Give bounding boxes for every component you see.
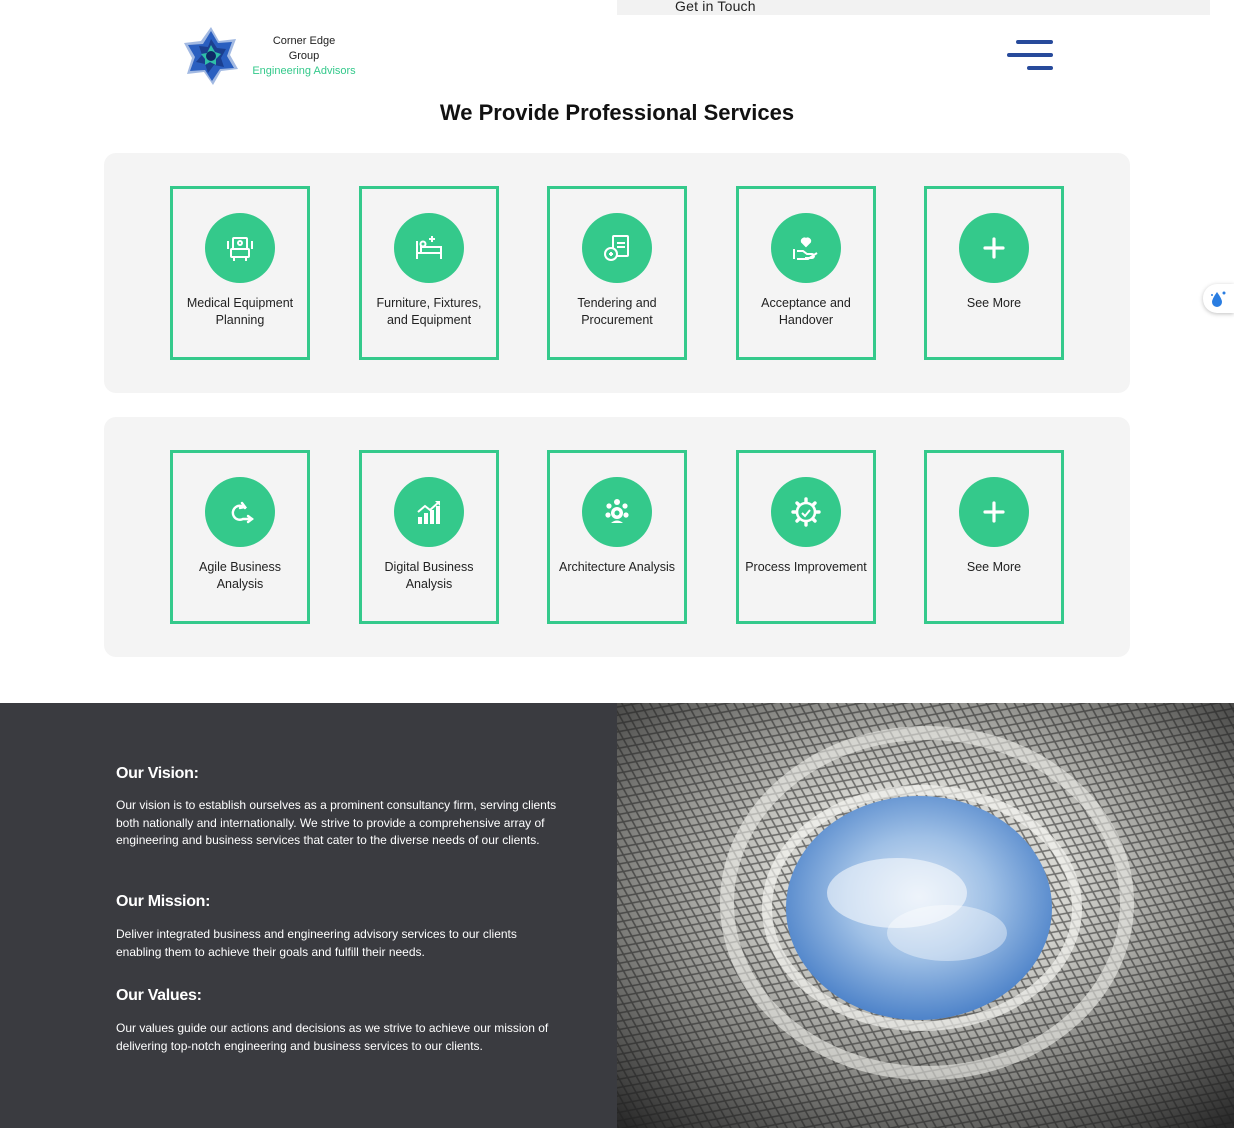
logo-star-icon	[184, 27, 238, 85]
logo-line2: Group	[288, 50, 320, 62]
service-card-process-improvement[interactable]: Process Improvement	[736, 450, 876, 624]
service-card-architecture-analysis[interactable]: Architecture Analysis	[547, 450, 687, 624]
vision-heading: Our Vision:	[116, 765, 199, 782]
mission-text: Deliver integrated business and engineer…	[116, 927, 517, 959]
service-card-acceptance-handover[interactable]: Acceptance and Handover	[736, 186, 876, 360]
service-label: Digital Business Analysis	[384, 560, 474, 591]
menu-line	[1007, 53, 1053, 57]
document-icon	[582, 213, 652, 283]
service-card-tendering-procurement[interactable]: Tendering and Procurement	[547, 186, 687, 360]
hospital-bed-icon	[394, 213, 464, 283]
process-gear-icon	[771, 477, 841, 547]
values-heading: Our Values:	[116, 987, 202, 1004]
growth-chart-icon	[394, 477, 464, 547]
agile-cycle-icon	[205, 477, 275, 547]
mission-heading: Our Mission:	[116, 893, 211, 910]
service-label: Furniture, Fixtures, and Equipment	[376, 296, 482, 327]
logo-line1: Corner Edge	[272, 35, 336, 47]
accessibility-widget-button[interactable]	[1203, 284, 1234, 313]
plus-icon	[959, 213, 1029, 283]
about-section: Our Vision: Our vision is to establish o…	[0, 703, 617, 1128]
drop-icon	[1211, 291, 1226, 307]
service-card-furniture-fixtures-equipment[interactable]: Furniture, Fixtures, and Equipment	[359, 186, 499, 360]
service-card-agile-business-analysis[interactable]: Agile Business Analysis	[170, 450, 310, 624]
architecture-illustration	[617, 703, 1234, 1128]
services-panel-2: Agile Business Analysis Digital Business…	[104, 417, 1130, 657]
logo-tagline: Engineering Advisors	[252, 65, 356, 77]
vision-text: Our vision is to establish ourselves as …	[116, 798, 557, 847]
service-label: Tendering and Procurement	[577, 296, 657, 327]
get-in-touch-bar[interactable]: Get in Touch	[617, 0, 1210, 15]
logo[interactable]: Corner Edge Group Engineering Advisors	[180, 25, 360, 89]
hamburger-menu-button[interactable]	[1005, 38, 1053, 74]
service-label: See More	[966, 560, 1022, 574]
service-card-see-more[interactable]: See More	[924, 450, 1064, 624]
service-card-see-more[interactable]: See More	[924, 186, 1064, 360]
menu-line	[1027, 66, 1053, 70]
service-card-digital-business-analysis[interactable]: Digital Business Analysis	[359, 450, 499, 624]
service-label: Medical Equipment Planning	[186, 296, 294, 327]
medical-equipment-icon	[205, 213, 275, 283]
service-label: See More	[966, 296, 1022, 310]
section-title: We Provide Professional Services	[439, 100, 795, 125]
logo-text: Corner Edge Group Engineering Advisors	[248, 34, 360, 79]
hand-heart-icon	[771, 213, 841, 283]
services-panel-1: Medical Equipment Planning Furniture, Fi…	[104, 153, 1130, 393]
service-label: Acceptance and Handover	[761, 296, 851, 327]
service-label: Process Improvement	[745, 560, 867, 574]
values-text: Our values guide our actions and decisio…	[116, 1021, 549, 1053]
service-label: Agile Business Analysis	[199, 560, 281, 591]
architecture-photo	[617, 703, 1234, 1128]
service-card-medical-equipment-planning[interactable]: Medical Equipment Planning	[170, 186, 310, 360]
get-in-touch-link[interactable]: Get in Touch	[675, 0, 756, 14]
team-gear-icon	[582, 477, 652, 547]
plus-icon	[959, 477, 1029, 547]
service-label: Architecture Analysis	[558, 560, 676, 574]
menu-line	[1016, 40, 1053, 44]
